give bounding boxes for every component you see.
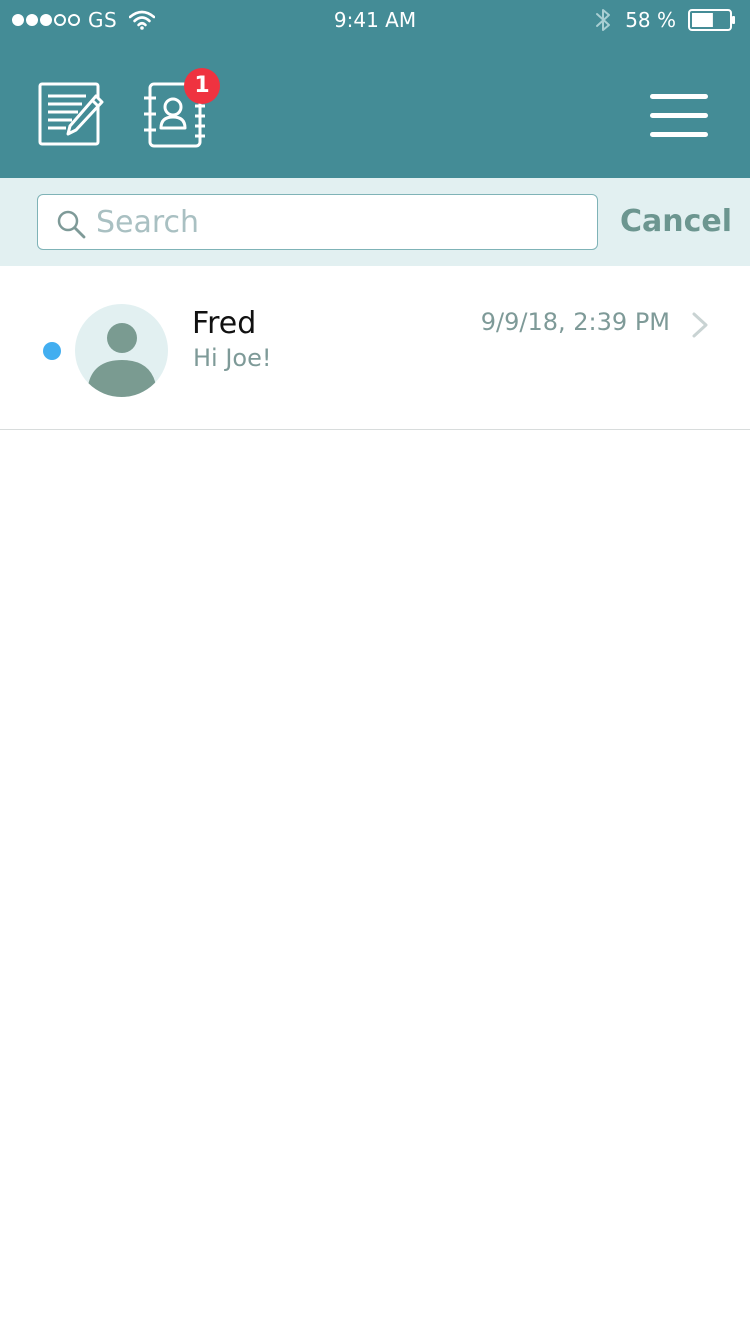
notification-badge: 1 [184, 68, 220, 104]
chevron-right-icon [692, 312, 708, 338]
cancel-button[interactable]: Cancel [620, 204, 732, 239]
message-timestamp: 9/9/18, 2:39 PM [480, 308, 670, 336]
hamburger-menu-icon[interactable] [650, 94, 708, 138]
status-bar: GS 9:41 AM 58 % [0, 0, 750, 40]
app-header: 1 [0, 40, 750, 178]
search-field[interactable] [37, 194, 598, 250]
unread-indicator [43, 342, 61, 360]
message-preview: Hi Joe! [193, 344, 272, 372]
person-icon [87, 323, 157, 397]
search-bar: Cancel [0, 178, 750, 266]
battery-icon [688, 9, 735, 31]
bluetooth-icon [596, 9, 611, 31]
contact-name: Fred [192, 306, 257, 341]
battery-percentage: 58 % [625, 8, 676, 32]
compose-note-icon[interactable] [38, 82, 104, 148]
search-icon [57, 210, 86, 239]
conversation-row[interactable]: Fred Hi Joe! 9/9/18, 2:39 PM [0, 266, 750, 430]
search-input[interactable] [96, 201, 586, 243]
conversation-list: Fred Hi Joe! 9/9/18, 2:39 PM [0, 266, 750, 430]
avatar [75, 304, 168, 397]
